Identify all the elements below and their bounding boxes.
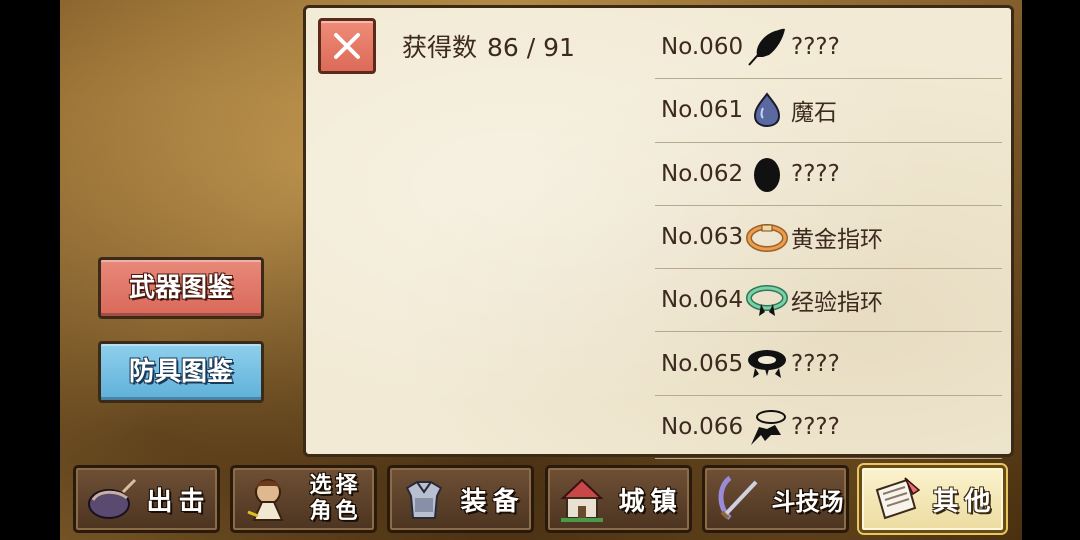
obtained-count: 获得数 86 / 91 [402, 28, 575, 64]
nav-label: 斗技场 [771, 487, 844, 516]
magic-stone-icon [745, 88, 789, 132]
nav-label-line2: 角色 [309, 499, 362, 524]
item-name: 经验指环 [791, 290, 883, 317]
item-number: No.062 [661, 160, 744, 187]
close-button[interactable] [318, 18, 376, 74]
nav-label: 其他 [932, 486, 997, 517]
weapon-encyclopedia-tab[interactable]: 武器图鉴 [98, 257, 264, 319]
item-number: No.060 [661, 34, 744, 61]
gold-ring-icon [745, 215, 789, 259]
item-name: ???? [791, 34, 840, 61]
item-name: ???? [791, 413, 840, 440]
item-name: ???? [791, 160, 840, 187]
item-number: No.063 [661, 224, 744, 251]
arena-icon [709, 469, 769, 529]
item-number: No.064 [661, 287, 744, 314]
item-row-066[interactable]: No.066 ???? [655, 396, 1002, 460]
nav-sortie-button[interactable]: 出击 [73, 465, 220, 533]
armor-equip-icon [394, 469, 454, 529]
nav-label: 选择 角色 [297, 473, 374, 525]
ring-silhouette-icon [745, 342, 789, 386]
item-name: 魔石 [791, 100, 837, 127]
character-select-icon [237, 469, 297, 529]
experience-ring-icon [745, 278, 789, 322]
item-name: ???? [791, 350, 840, 377]
item-number: No.066 [661, 413, 744, 440]
nav-town-button[interactable]: 城镇 [545, 465, 692, 533]
item-row-061[interactable]: No.061 魔石 [655, 79, 1002, 143]
obtained-count-label: 获得数 [402, 33, 478, 62]
nav-arena-button[interactable]: 斗技场 [702, 465, 849, 533]
item-list[interactable]: No.060 ???? No.061 魔石 No.062 ???? No.063 [655, 16, 1002, 460]
item-encyclopedia-panel: 获得数 86 / 91 No.060 ???? No.061 魔石 No.062 … [303, 5, 1014, 460]
item-name: 黄金指环 [791, 227, 883, 254]
nav-equip-button[interactable]: 装备 [387, 465, 534, 533]
item-row-060[interactable]: No.060 ???? [655, 16, 1002, 80]
nav-label-line1: 选择 [309, 473, 362, 498]
close-x-icon [334, 33, 360, 59]
nav-label: 装备 [460, 486, 525, 517]
nav-character-select-button[interactable]: 选择 角色 [230, 465, 377, 533]
town-icon [552, 469, 612, 529]
obtained-count-value: 86 / 91 [487, 33, 575, 62]
item-number: No.065 [661, 350, 744, 377]
item-row-063[interactable]: No.063 黄金指环 [655, 206, 1002, 270]
item-row-065[interactable]: No.065 ???? [655, 332, 1002, 396]
item-number: No.061 [661, 97, 744, 124]
feather-silhouette-icon [745, 25, 789, 69]
egg-silhouette-icon [745, 152, 789, 196]
nav-label: 出击 [146, 486, 211, 517]
item-row-062[interactable]: No.062 ???? [655, 143, 1002, 206]
item-row-064[interactable]: No.064 经验指环 [655, 269, 1002, 333]
scarf-silhouette-icon [745, 405, 789, 449]
nav-other-button[interactable]: 其他 [859, 465, 1006, 533]
nav-label: 城镇 [618, 486, 683, 517]
other-scroll-icon [866, 469, 926, 529]
sortie-icon [80, 469, 140, 529]
armor-encyclopedia-tab[interactable]: 防具图鉴 [98, 341, 264, 403]
